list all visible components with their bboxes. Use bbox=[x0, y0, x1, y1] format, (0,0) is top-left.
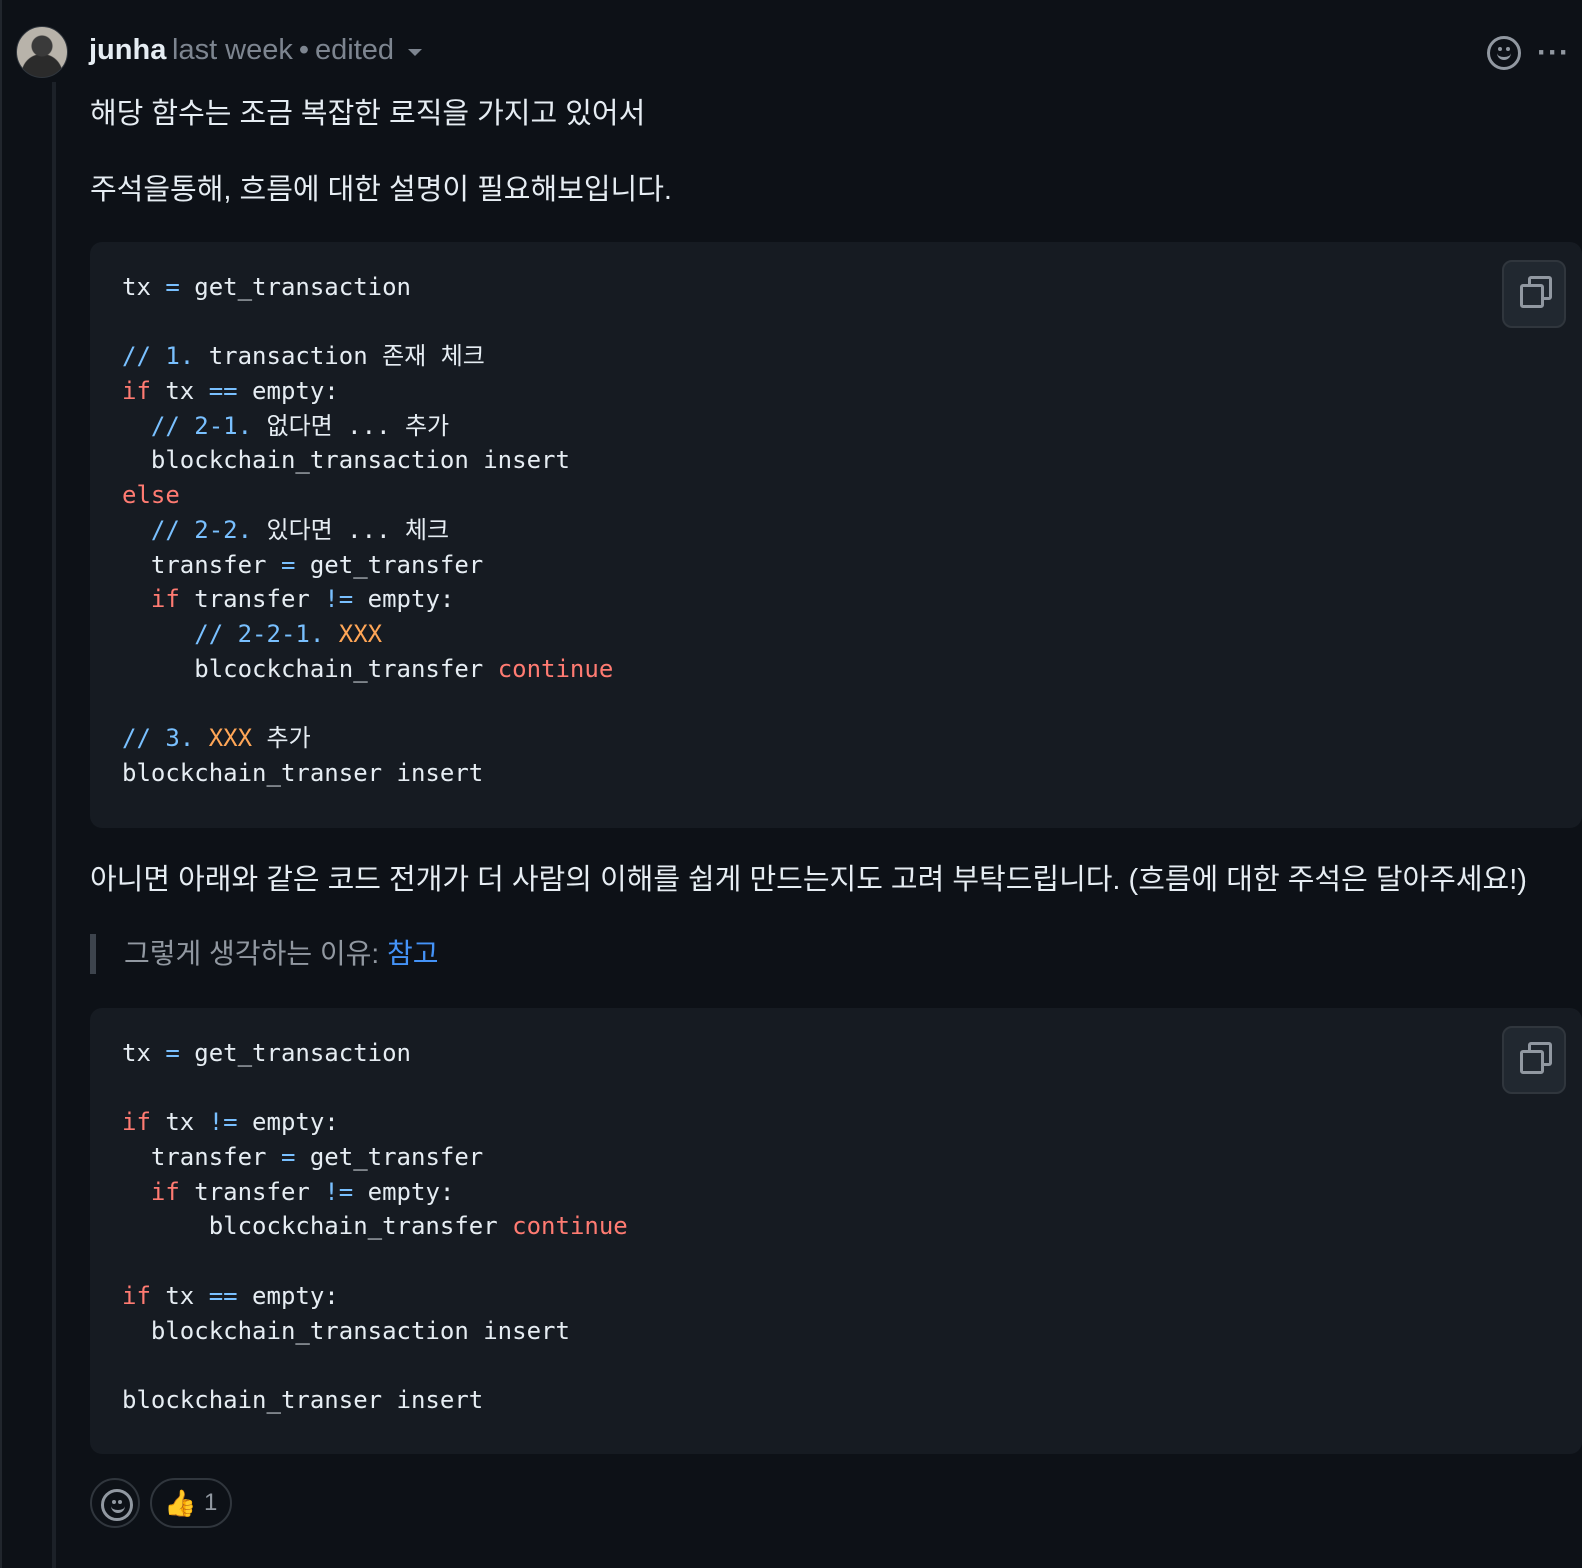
code-line: // 3. XXX 추가 bbox=[122, 723, 311, 752]
code-line: if transfer != empty: bbox=[122, 1177, 455, 1206]
code-line: tx = get_transaction bbox=[122, 1039, 411, 1067]
code-line: transfer = get_transfer bbox=[122, 1143, 484, 1172]
code-content: tx = get_transactionif tx != empty: tran… bbox=[90, 1008, 1582, 1446]
header-actions: ··· bbox=[1486, 36, 1570, 70]
paragraph: 주석을통해, 흐름에 대한 설명이 필요해보입니다. bbox=[90, 174, 672, 206]
code-line: blockchain_transer insert bbox=[122, 758, 484, 787]
code-line: blockchain_transaction insert bbox=[122, 1316, 570, 1345]
comment-meta: last week • edited bbox=[172, 34, 423, 67]
code-line: // 1. transaction 존재 체크 bbox=[122, 342, 485, 371]
copy-button[interactable] bbox=[1502, 1026, 1566, 1094]
smiley-icon bbox=[101, 1489, 133, 1521]
code-line: if transfer != empty: bbox=[122, 585, 455, 614]
comment-header: junha last week • edited ··· bbox=[16, 26, 1570, 80]
quote-text: 그렇게 생각하는 이유: bbox=[124, 938, 387, 969]
kebab-horizontal-icon[interactable]: ··· bbox=[1537, 38, 1570, 68]
code-line: blockchain_transer insert bbox=[122, 1385, 484, 1414]
avatar[interactable] bbox=[16, 26, 68, 78]
paragraph: 아니면 아래와 같은 코드 전개가 더 사람의 이해를 쉽게 만드는지도 고려 … bbox=[90, 864, 1527, 896]
meta-separator: • bbox=[298, 34, 310, 66]
add-reaction-button[interactable] bbox=[90, 1478, 140, 1528]
code-line: // 2-2. 있다면 ... 체크 bbox=[122, 515, 450, 544]
code-line: if tx != empty: bbox=[122, 1108, 339, 1137]
reference-link[interactable]: 참고 bbox=[387, 938, 439, 969]
code-line: // 2-1. 없다면 ... 추가 bbox=[122, 411, 450, 440]
code-line: transfer = get_transfer bbox=[122, 550, 484, 579]
code-content: tx = get_transaction // 1. transaction 존재… bbox=[90, 242, 1582, 818]
code-line: if tx == empty: bbox=[122, 377, 339, 406]
code-block: tx = get_transactionif tx != empty: tran… bbox=[90, 1008, 1582, 1454]
smiley-icon[interactable] bbox=[1486, 36, 1521, 70]
code-line: else bbox=[122, 481, 180, 510]
review-comment: junha last week • edited ··· 해당 함수는 조금 복잡한… bbox=[0, 0, 1582, 1568]
code-line: blcockchain_transfer continue bbox=[122, 654, 614, 683]
copy-button[interactable] bbox=[1502, 260, 1566, 328]
thumbs-up-icon: 👍 bbox=[164, 1488, 197, 1518]
code-line: // 2-2-1. XXX bbox=[122, 619, 383, 648]
code-line: tx = get_transaction bbox=[122, 273, 411, 301]
paragraph: 해당 함수는 조금 복잡한 로직을 가지고 있어서 bbox=[90, 98, 646, 130]
author-name[interactable]: junha bbox=[89, 34, 166, 67]
thumbs-up-reaction[interactable]: 👍 1 bbox=[150, 1478, 232, 1528]
code-line: blcockchain_transfer continue bbox=[122, 1212, 628, 1241]
code-line: if tx == empty: bbox=[122, 1281, 339, 1310]
chevron-down-icon[interactable] bbox=[408, 48, 423, 56]
edited-label[interactable]: edited bbox=[315, 34, 394, 66]
code-line: blockchain_transaction insert bbox=[122, 446, 570, 475]
timestamp[interactable]: last week bbox=[172, 34, 293, 66]
code-block: tx = get_transaction // 1. transaction 존재… bbox=[90, 242, 1582, 828]
blockquote: 그렇게 생각하는 이유: 참고 bbox=[90, 934, 439, 974]
reaction-count: 1 bbox=[204, 1489, 218, 1516]
